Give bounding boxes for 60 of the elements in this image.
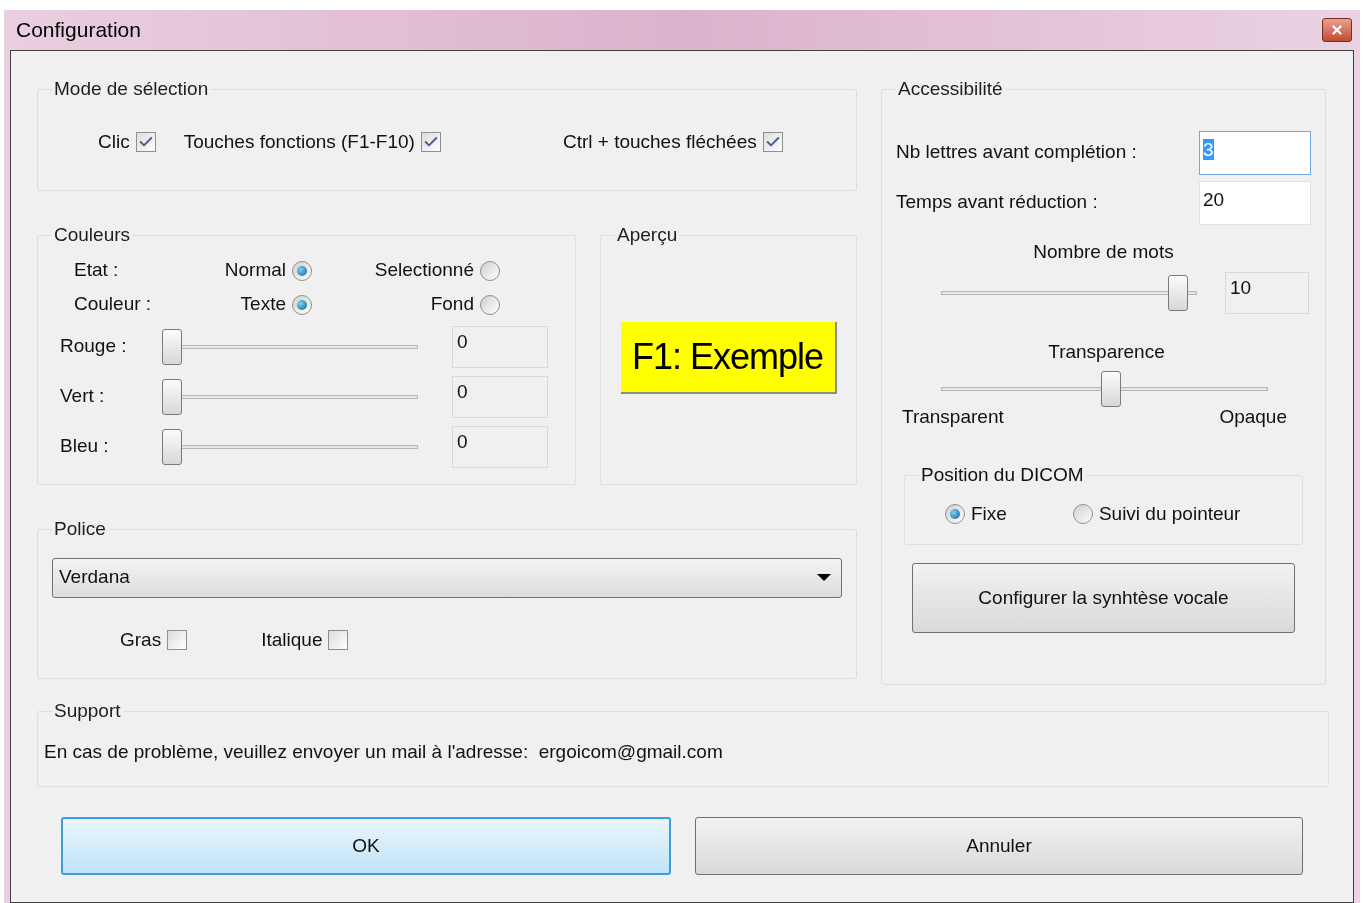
window-title: Configuration: [16, 17, 141, 44]
checkbox[interactable]: [167, 629, 188, 650]
checkbox[interactable]: [328, 629, 349, 650]
group-title: Police: [53, 517, 107, 541]
radio-button[interactable]: [292, 294, 312, 315]
slider-title: Nombre de mots: [1033, 239, 1174, 264]
slider-thumb[interactable]: [162, 328, 182, 365]
dialog-button[interactable]: OK: [61, 817, 671, 875]
radio-label: Fixe: [971, 501, 1007, 526]
slider-thumb[interactable]: [1100, 370, 1121, 407]
value-field: 0: [452, 425, 548, 468]
checkbox-label: Clic: [98, 129, 130, 154]
radio-button[interactable]: [1072, 503, 1093, 524]
dialog-button[interactable]: Annuler: [695, 817, 1303, 875]
channel-label: Vert :: [59, 384, 106, 409]
field-label: Temps avant réduction :: [896, 190, 1098, 215]
support-message: En cas de problème, veuillez envoyer un mail à l'adresse: ergoicom@gmail.com: [44, 739, 724, 764]
radio-label: Texte: [240, 292, 286, 317]
radio-button[interactable]: [945, 503, 965, 524]
slider-title: Transparence: [1048, 340, 1165, 364]
value-field: 10: [1225, 272, 1309, 314]
group-title: Couleurs: [53, 223, 132, 247]
channel-label: Rouge :: [59, 334, 128, 359]
checkbox-label: Touches fonctions (F1-F10): [183, 129, 415, 154]
slider-thumb[interactable]: [162, 428, 182, 465]
value-field: 0: [452, 325, 548, 368]
close-button[interactable]: [1322, 18, 1352, 42]
checkbox[interactable]: [420, 131, 441, 152]
preview-sample: F1: Exemple: [620, 321, 837, 394]
field-label: Nb lettres avant complétion :: [896, 140, 1137, 165]
input-field[interactable]: 20: [1199, 180, 1311, 225]
value-field: 0: [452, 375, 548, 418]
checkbox-label: Gras: [120, 627, 162, 652]
checkbox-label: Italique: [261, 627, 323, 652]
close-icon: [1330, 23, 1344, 37]
dropdown-arrow-icon: [817, 574, 831, 581]
group-title: Mode de sélection: [53, 77, 210, 101]
scale-min-label: Transparent: [902, 404, 1004, 429]
slider-thumb[interactable]: [162, 378, 182, 415]
font-dropdown[interactable]: Verdana: [52, 557, 842, 598]
radio-label: Selectionné: [374, 258, 474, 283]
scale-max-label: Opaque: [1219, 404, 1287, 429]
radio-button[interactable]: [292, 260, 312, 281]
radio-button[interactable]: [480, 294, 500, 315]
group-title: Accessibilité: [897, 77, 1004, 101]
channel-label: Bleu :: [59, 434, 110, 459]
checkbox[interactable]: [135, 131, 156, 152]
radio-label: Suivi du pointeur: [1098, 501, 1241, 526]
slider-thumb[interactable]: [1167, 275, 1188, 311]
radio-label: Fond: [430, 292, 474, 317]
checkbox-label: Ctrl + touches fléchées: [562, 129, 757, 154]
voice-settings-button[interactable]: Configurer la synhtèse vocale: [912, 563, 1295, 633]
group-title: Support: [53, 699, 122, 723]
row-label: Etat :: [73, 258, 120, 283]
radio-label: Normal: [224, 258, 286, 283]
group-title: Position du DICOM: [920, 463, 1085, 487]
group-title: Aperçu: [616, 223, 679, 247]
row-label: Couleur :: [73, 292, 153, 317]
radio-button[interactable]: [480, 260, 500, 281]
checkbox[interactable]: [762, 131, 783, 152]
